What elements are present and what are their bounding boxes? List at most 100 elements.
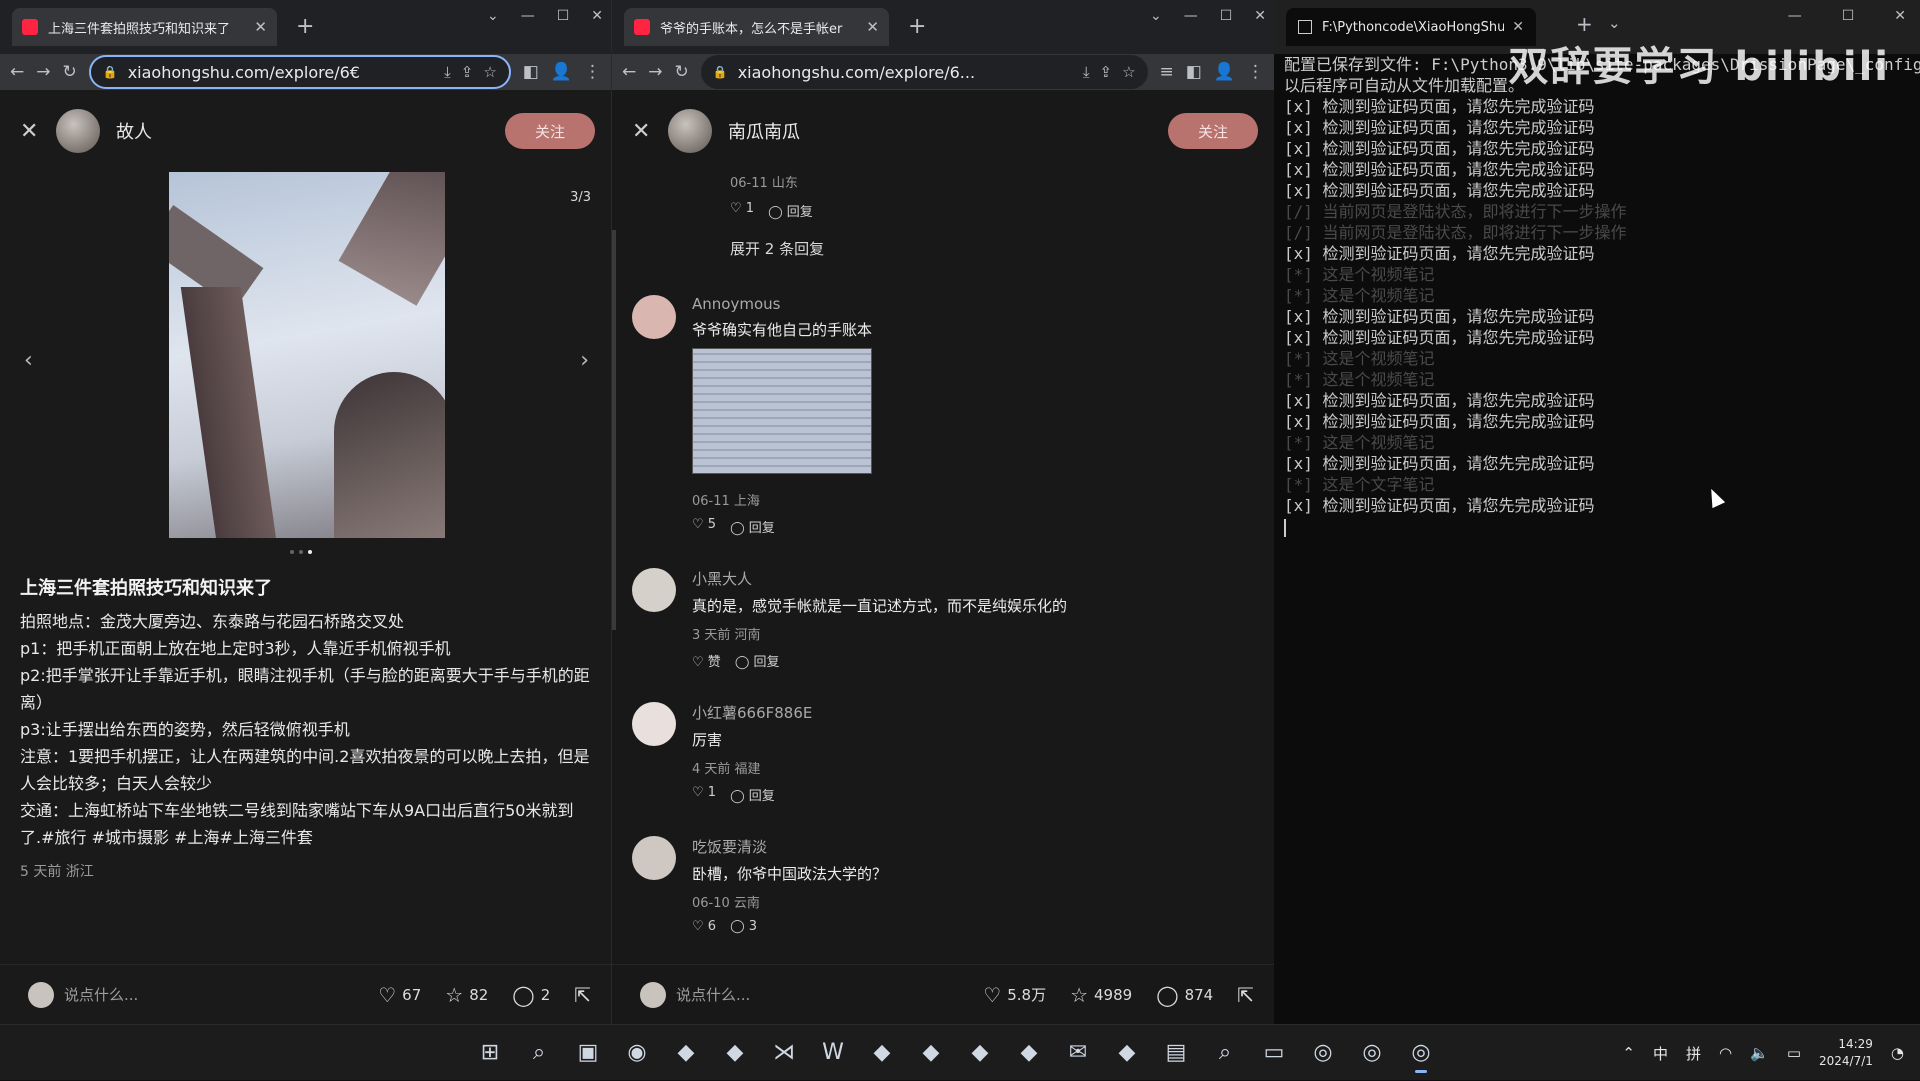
vscode-icon[interactable]: ⋊ bbox=[768, 1033, 800, 1071]
commenter-name[interactable]: 小黑大人 bbox=[692, 568, 1067, 589]
forward-icon[interactable]: → bbox=[648, 62, 662, 82]
forward-icon[interactable]: → bbox=[36, 62, 50, 82]
share-icon[interactable]: ⇪ bbox=[461, 63, 474, 81]
start-icon[interactable]: ⊞ bbox=[474, 1033, 506, 1071]
share-button[interactable]: ⇱ bbox=[574, 983, 591, 1007]
install-icon[interactable]: ⤓ bbox=[444, 63, 451, 81]
ime-language[interactable]: 中 bbox=[1653, 1043, 1668, 1064]
profile-icon[interactable]: 👤 bbox=[551, 62, 572, 82]
comment-like-button[interactable]: ♡ 6 bbox=[692, 919, 716, 934]
comment-like-button[interactable]: ♡ 5 bbox=[692, 517, 716, 536]
commenter-name[interactable]: Annoymous bbox=[692, 295, 872, 313]
wifi-icon[interactable]: ◠ bbox=[1719, 1044, 1732, 1062]
install-icon[interactable]: ⤓ bbox=[1083, 63, 1090, 81]
close-tab-icon[interactable]: ✕ bbox=[254, 18, 267, 36]
close-window-icon[interactable]: ✕ bbox=[1894, 8, 1906, 24]
commenter-name[interactable]: 小红薯666F886E bbox=[692, 702, 812, 723]
search-app-icon[interactable]: ⌕ bbox=[1209, 1033, 1241, 1071]
search-icon[interactable]: ⌕ bbox=[523, 1033, 555, 1071]
minimize-icon[interactable]: — bbox=[1788, 8, 1802, 24]
like-button[interactable]: ♡ 67 bbox=[378, 983, 421, 1007]
sidepanel-icon[interactable]: ◧ bbox=[523, 62, 539, 82]
reply-button[interactable]: ◯ 回复 bbox=[730, 517, 775, 536]
app-icon[interactable]: ◆ bbox=[915, 1033, 947, 1071]
avatar[interactable] bbox=[668, 109, 712, 153]
chrome-icon[interactable]: ◎ bbox=[1405, 1033, 1437, 1073]
comment-like-button[interactable]: ♡ 赞 bbox=[692, 651, 721, 670]
app-icon[interactable]: ◆ bbox=[1111, 1033, 1143, 1071]
close-note-icon[interactable]: ✕ bbox=[632, 119, 668, 144]
app-icon[interactable]: ◆ bbox=[1013, 1033, 1045, 1071]
address-bar[interactable]: 🔒 xiaohongshu.com/explore/6€ ⤓ ⇪ ☆ bbox=[88, 55, 511, 89]
next-image-icon[interactable]: › bbox=[580, 348, 589, 373]
comment-like-button[interactable]: ♡ 1 bbox=[692, 785, 716, 804]
comment-input[interactable]: 说点什么... bbox=[28, 981, 354, 1008]
like-button[interactable]: ♡ 5.8万 bbox=[983, 983, 1046, 1007]
tab-search-icon[interactable]: ⌄ bbox=[487, 8, 499, 24]
tab-search-icon[interactable]: ⌄ bbox=[1150, 8, 1162, 24]
minimize-icon[interactable]: — bbox=[521, 8, 535, 24]
wechat-icon[interactable]: ✉ bbox=[1062, 1033, 1094, 1071]
back-icon[interactable]: ← bbox=[10, 62, 24, 82]
new-tab-icon[interactable]: + bbox=[908, 14, 926, 39]
sidepanel-icon[interactable]: ◧ bbox=[1186, 62, 1202, 82]
new-tab-icon[interactable]: + bbox=[296, 14, 314, 39]
reading-list-icon[interactable]: ≡ bbox=[1160, 62, 1174, 82]
menu-icon[interactable]: ⋮ bbox=[584, 62, 601, 82]
reply-button[interactable]: ◯ 回复 bbox=[730, 785, 775, 804]
reload-icon[interactable]: ↻ bbox=[675, 62, 689, 82]
ime-mode[interactable]: 拼 bbox=[1686, 1043, 1701, 1064]
close-tab-icon[interactable]: ✕ bbox=[866, 18, 879, 36]
app-icon[interactable]: ◆ bbox=[866, 1033, 898, 1071]
avatar[interactable] bbox=[632, 702, 676, 746]
bookmark-star-icon[interactable]: ☆ bbox=[1122, 63, 1135, 81]
close-note-icon[interactable]: ✕ bbox=[20, 119, 56, 144]
volume-icon[interactable]: 🔈 bbox=[1750, 1044, 1769, 1062]
comment-button[interactable]: ◯ 2 bbox=[512, 983, 550, 1007]
follow-button[interactable]: 关注 bbox=[505, 113, 595, 149]
author-name[interactable]: 南瓜南瓜 bbox=[728, 118, 1168, 144]
app-icon[interactable]: ◆ bbox=[670, 1033, 702, 1071]
note-photo[interactable] bbox=[169, 172, 445, 538]
collect-button[interactable]: ☆ 4989 bbox=[1070, 983, 1132, 1007]
chrome-icon[interactable]: ◎ bbox=[1307, 1033, 1339, 1071]
follow-button[interactable]: 关注 bbox=[1168, 113, 1258, 149]
terminal-icon[interactable]: ▭ bbox=[1258, 1033, 1290, 1071]
terminal-tab[interactable]: F:\Pythoncode\XiaoHongShu ✕ bbox=[1286, 8, 1536, 46]
folder-icon[interactable]: ▤ bbox=[1160, 1033, 1192, 1071]
reply-like-button[interactable]: ♡ 1 bbox=[730, 201, 754, 220]
share-button[interactable]: ⇱ bbox=[1237, 983, 1254, 1007]
reply-button[interactable]: ◯ 回复 bbox=[735, 651, 780, 670]
menu-icon[interactable]: ⋮ bbox=[1247, 62, 1264, 82]
browser-tab[interactable]: 上海三件套拍照技巧和知识来了 ✕ bbox=[12, 8, 277, 46]
close-window-icon[interactable]: ✕ bbox=[1254, 8, 1266, 24]
edge-icon[interactable]: ◉ bbox=[621, 1033, 653, 1071]
bookmark-star-icon[interactable]: ☆ bbox=[483, 63, 496, 81]
collect-button[interactable]: ☆ 82 bbox=[445, 983, 488, 1007]
browser-tab[interactable]: 爷爷的手账本，怎么不是手帐er ✕ bbox=[624, 8, 889, 46]
avatar[interactable] bbox=[56, 109, 100, 153]
close-window-icon[interactable]: ✕ bbox=[591, 8, 603, 24]
chrome-icon[interactable]: ◎ bbox=[1356, 1033, 1388, 1071]
battery-icon[interactable]: ▭ bbox=[1787, 1044, 1801, 1062]
share-icon[interactable]: ⇪ bbox=[1099, 63, 1112, 81]
reply-button[interactable]: ◯ 3 bbox=[730, 919, 757, 934]
maximize-icon[interactable]: ☐ bbox=[1220, 8, 1233, 24]
expand-replies-link[interactable]: 展开 2 条回复 bbox=[612, 238, 1274, 259]
comment-image[interactable] bbox=[692, 348, 872, 474]
maximize-icon[interactable]: ☐ bbox=[557, 8, 570, 24]
chevron-down-icon[interactable]: ⌄ bbox=[1608, 14, 1621, 32]
avatar[interactable] bbox=[632, 836, 676, 880]
chevron-up-icon[interactable]: ⌃ bbox=[1622, 1044, 1635, 1062]
reload-icon[interactable]: ↻ bbox=[63, 62, 77, 82]
app-icon[interactable]: ◆ bbox=[719, 1033, 751, 1071]
comment-button[interactable]: ◯ 874 bbox=[1156, 983, 1213, 1007]
maximize-icon[interactable]: ☐ bbox=[1842, 8, 1855, 24]
notification-icon[interactable]: ◔ bbox=[1891, 1044, 1904, 1062]
word-icon[interactable]: W bbox=[817, 1033, 849, 1071]
prev-image-icon[interactable]: ‹ bbox=[24, 348, 33, 373]
commenter-name[interactable]: 吃饭要清淡 bbox=[692, 836, 887, 857]
reply-button[interactable]: ◯ 回复 bbox=[768, 201, 813, 220]
file-manager-icon[interactable]: ▣ bbox=[572, 1033, 604, 1071]
comment-input[interactable]: 说点什么... bbox=[640, 981, 959, 1008]
